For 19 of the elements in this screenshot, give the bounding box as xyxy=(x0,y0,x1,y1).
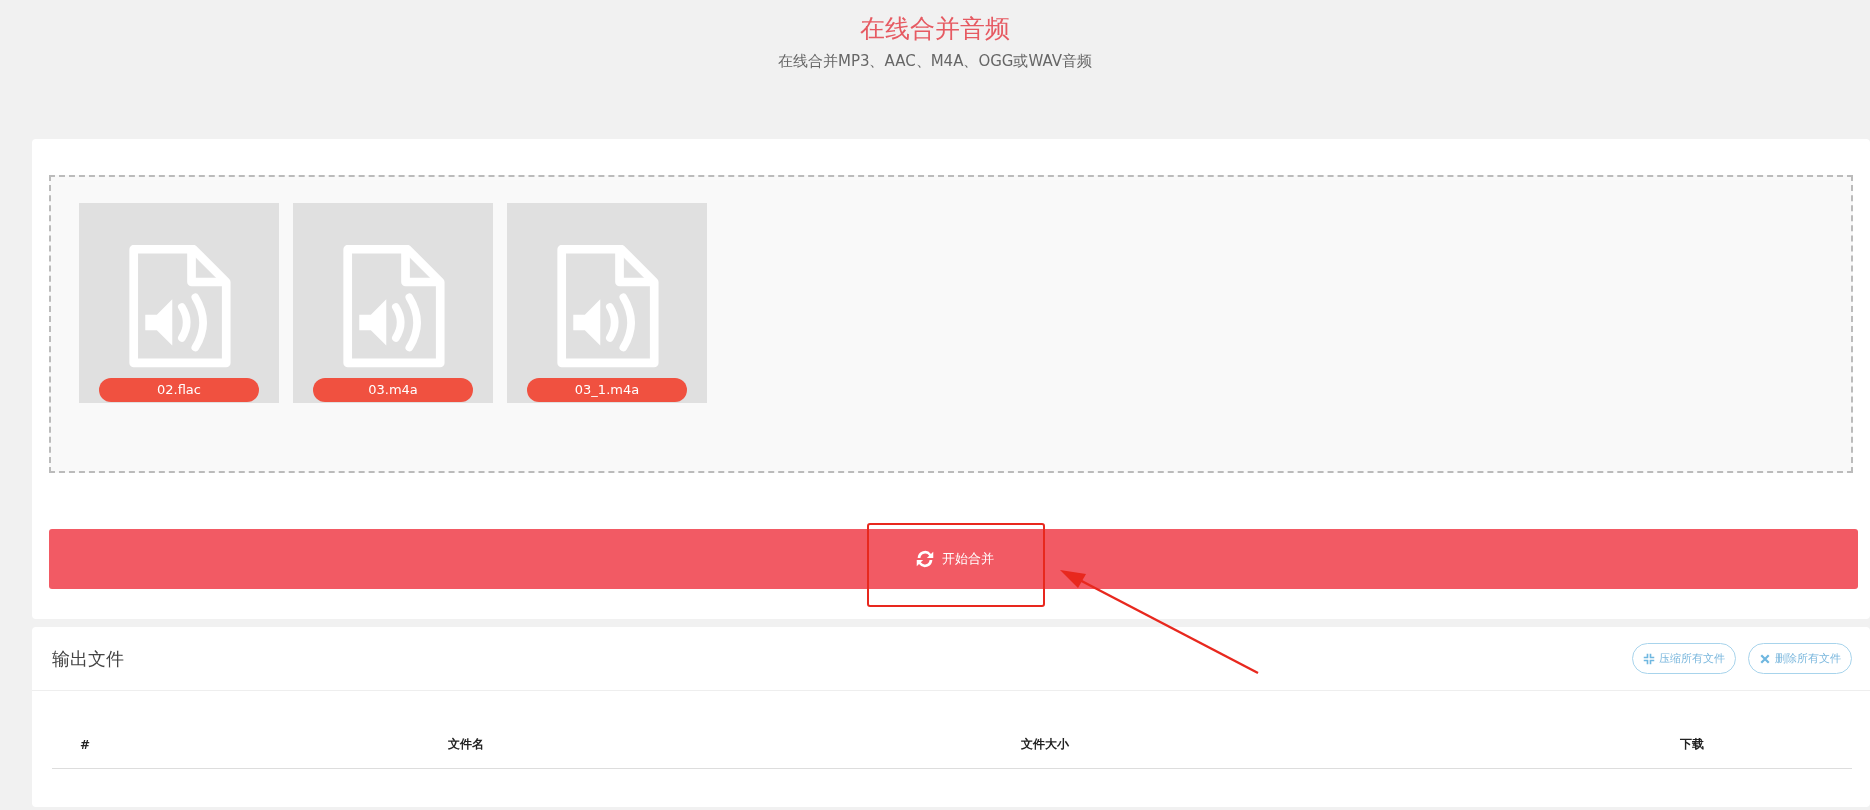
file-tile[interactable]: 02.flac xyxy=(79,203,279,403)
action-button[interactable]: 压缩所有文件 xyxy=(1632,643,1736,674)
close-icon xyxy=(1759,652,1771,665)
file-name: 03.m4a xyxy=(313,378,473,402)
file-tile[interactable]: 03.m4a xyxy=(293,203,493,403)
output-title: 输出文件 xyxy=(52,646,124,671)
drop-zone[interactable]: 02.flac 03.m4a 03_1.m4a xyxy=(49,175,1853,473)
action-button[interactable]: 删除所有文件 xyxy=(1748,643,1852,674)
page-title: 在线合并音频 xyxy=(860,13,1010,45)
column-header: 下载 xyxy=(1679,736,1705,753)
file-name: 02.flac xyxy=(99,378,259,402)
file-name: 03_1.m4a xyxy=(527,378,687,402)
page-subtitle: 在线合并MP3、AAC、M4A、OGG或WAV音频 xyxy=(777,52,1093,71)
column-header: 文件名 xyxy=(447,736,485,753)
compress-icon xyxy=(1643,652,1655,665)
merge-button[interactable]: 开始合并 xyxy=(49,529,1858,589)
file-tile[interactable]: 03_1.m4a xyxy=(507,203,707,403)
column-header: # xyxy=(79,737,92,752)
column-header: 文件大小 xyxy=(1020,736,1070,753)
